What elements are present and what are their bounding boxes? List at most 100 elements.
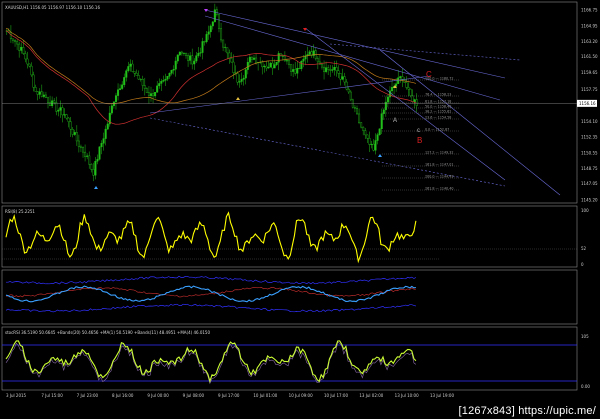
price-axis-label: 1166.75 (581, 8, 598, 13)
bull-candle (121, 84, 124, 89)
bear-candle (16, 41, 19, 45)
price-axis-label: 1145.20 (581, 198, 598, 203)
bear-candle (143, 85, 146, 89)
bull-candle (201, 41, 204, 53)
bull-candle (211, 21, 214, 27)
time-axis-label: 10 Jul 09:00 (289, 393, 313, 398)
bear-candle (407, 87, 410, 90)
bull-candle (395, 83, 398, 87)
bear-candle (283, 55, 286, 62)
bull-candle (38, 91, 41, 95)
fib-level-label: 76.4 — 1158.23 (425, 93, 451, 97)
price-axis-label: 1159.65 (581, 70, 598, 75)
fib-level-label: 161.8 — 1147.01 (425, 163, 453, 167)
bear-candle (82, 147, 85, 153)
bear-candle (281, 55, 284, 57)
bear-candle (61, 107, 64, 116)
bull-candle (238, 81, 241, 83)
bull-candle (378, 128, 381, 135)
bull-candle (376, 134, 379, 141)
stoch-axis-bottom: 0.00 (581, 384, 590, 389)
bear-candle (358, 113, 361, 123)
rsi-panel[interactable] (1, 205, 578, 268)
main-chart-panel[interactable] (1, 1, 578, 204)
bear-candle (191, 55, 194, 65)
time-axis-label: 9 Jul 17:00 (218, 393, 240, 398)
bull-candle (242, 77, 245, 80)
bull-candle (246, 62, 249, 70)
bull-candle (300, 60, 303, 69)
bear-candle (65, 114, 68, 119)
price-axis-label: 1152.35 (581, 134, 598, 139)
trading-chart-window[interactable]: 100.0 — 1160.7276.4 — 1158.2361.8 — 1157… (0, 0, 600, 419)
bear-candle (135, 72, 138, 76)
bear-candle (409, 88, 412, 96)
bear-candle (185, 53, 188, 56)
bear-candle (320, 64, 323, 68)
bear-candle (261, 61, 264, 68)
bear-candle (343, 76, 346, 83)
price-axis-label: 1150.55 (581, 150, 598, 155)
bear-candle (18, 43, 21, 51)
bull-candle (397, 77, 400, 84)
price-axis-label: 1148.75 (581, 166, 598, 171)
bull-candle (162, 80, 165, 82)
bear-candle (75, 132, 78, 142)
bear-candle (220, 28, 223, 41)
bull-candle (42, 94, 45, 97)
bull-candle (193, 60, 196, 65)
bull-candle (205, 34, 208, 42)
bull-candle (164, 78, 167, 81)
bull-candle (296, 68, 299, 74)
wave-label-a: A (393, 118, 397, 124)
bull-candle (149, 93, 152, 96)
rsi-axis-mid: 52 (581, 246, 587, 251)
bull-candle (94, 160, 97, 176)
bear-candle (345, 81, 348, 90)
price-axis-label: 1164.95 (581, 23, 598, 28)
price-axis-label: 1161.50 (581, 54, 598, 59)
bear-candle (36, 91, 39, 95)
bear-candle (32, 74, 35, 88)
bear-candle (187, 55, 190, 61)
macd-panel[interactable] (1, 269, 578, 325)
bear-candle (353, 107, 356, 109)
bear-candle (147, 92, 150, 96)
bear-candle (323, 66, 326, 72)
fib-level-label: 0.0 — 1152.87 (425, 128, 449, 132)
bull-candle (59, 107, 62, 111)
bear-candle (294, 69, 297, 74)
time-axis-label: 8 Jul 16:00 (112, 393, 134, 398)
wave-label-c-lower: c (417, 128, 420, 134)
bear-candle (222, 39, 225, 48)
bear-candle (372, 143, 375, 151)
fib-level-label: 50.0 — 1156.40 (425, 105, 451, 109)
bear-candle (67, 117, 70, 122)
bear-candle (232, 61, 235, 73)
bear-candle (11, 38, 14, 41)
bull-candle (156, 85, 159, 93)
bear-candle (30, 65, 33, 76)
fib-level-label: 38.2 — 1155.62 (425, 110, 451, 114)
time-axis-label: 9 Jul 00:00 (147, 393, 169, 398)
bull-candle (63, 114, 66, 116)
bull-candle (213, 9, 216, 23)
bear-candle (415, 99, 418, 106)
stoch-axis-top: 105 (581, 334, 589, 339)
price-axis-label: 1147.05 (581, 181, 598, 186)
bull-candle (413, 99, 416, 102)
bull-candle (341, 76, 344, 80)
bull-candle (380, 113, 383, 130)
bear-candle (203, 41, 206, 43)
bear-candle (347, 88, 350, 93)
bull-candle (110, 105, 113, 114)
bear-candle (290, 64, 293, 72)
bull-candle (374, 140, 377, 151)
bull-candle (170, 70, 173, 74)
bear-candle (405, 82, 408, 88)
bear-candle (79, 146, 82, 148)
wave-label-b: B (417, 136, 422, 145)
bear-candle (47, 97, 50, 103)
bull-candle (273, 64, 276, 69)
bear-candle (139, 78, 142, 80)
